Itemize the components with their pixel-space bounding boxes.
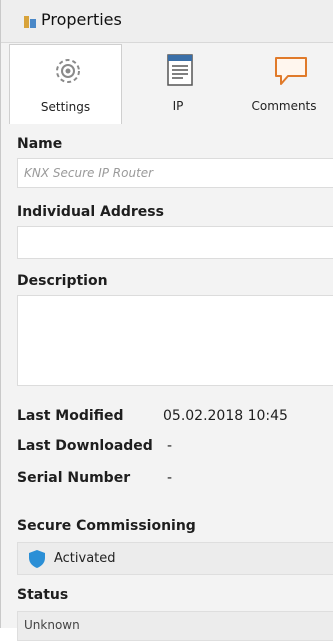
last-downloaded-value: - [167, 438, 173, 454]
tab-ip-label: IP [172, 99, 184, 113]
gear-icon [56, 59, 80, 83]
panel-title-bar: Properties [1, 0, 333, 43]
properties-panel: Properties Settings IP Comments Name KNX… [0, 0, 333, 641]
serial-number-value: - [167, 470, 173, 486]
panel-title: Properties [41, 10, 122, 29]
tab-comments-label: Comments [251, 99, 317, 113]
tab-comments[interactable]: Comments [234, 44, 333, 124]
comment-bubble-icon [275, 57, 307, 85]
secure-commissioning-field: Activated [17, 542, 333, 575]
last-modified-value: 05.02.2018 10:45 [163, 408, 288, 424]
name-label: Name [17, 136, 63, 152]
description-field[interactable] [17, 295, 333, 386]
shield-icon [29, 550, 45, 568]
name-placeholder: KNX Secure IP Router [24, 166, 154, 180]
tab-strip: Settings IP Comments [1, 44, 333, 124]
serial-number-label: Serial Number [17, 470, 131, 486]
individual-address-field[interactable] [17, 226, 333, 259]
description-label: Description [17, 273, 108, 289]
secure-commissioning-value: Activated [54, 551, 116, 566]
individual-address-label: Individual Address [17, 204, 164, 220]
tab-settings[interactable]: Settings [9, 44, 122, 124]
status-field: Unknown [17, 611, 333, 641]
status-value: Unknown [24, 618, 80, 632]
secure-commissioning-label: Secure Commissioning [17, 518, 196, 534]
tab-settings-label: Settings [40, 100, 91, 114]
status-label: Status [17, 587, 69, 603]
name-field[interactable]: KNX Secure IP Router [17, 158, 333, 188]
ip-document-icon [167, 54, 193, 86]
last-downloaded-label: Last Downloaded [17, 438, 153, 454]
properties-icon [24, 16, 36, 28]
last-modified-label: Last Modified [17, 408, 124, 424]
settings-content: Name KNX Secure IP Router Individual Add… [1, 124, 333, 641]
tab-ip[interactable]: IP [122, 44, 234, 124]
